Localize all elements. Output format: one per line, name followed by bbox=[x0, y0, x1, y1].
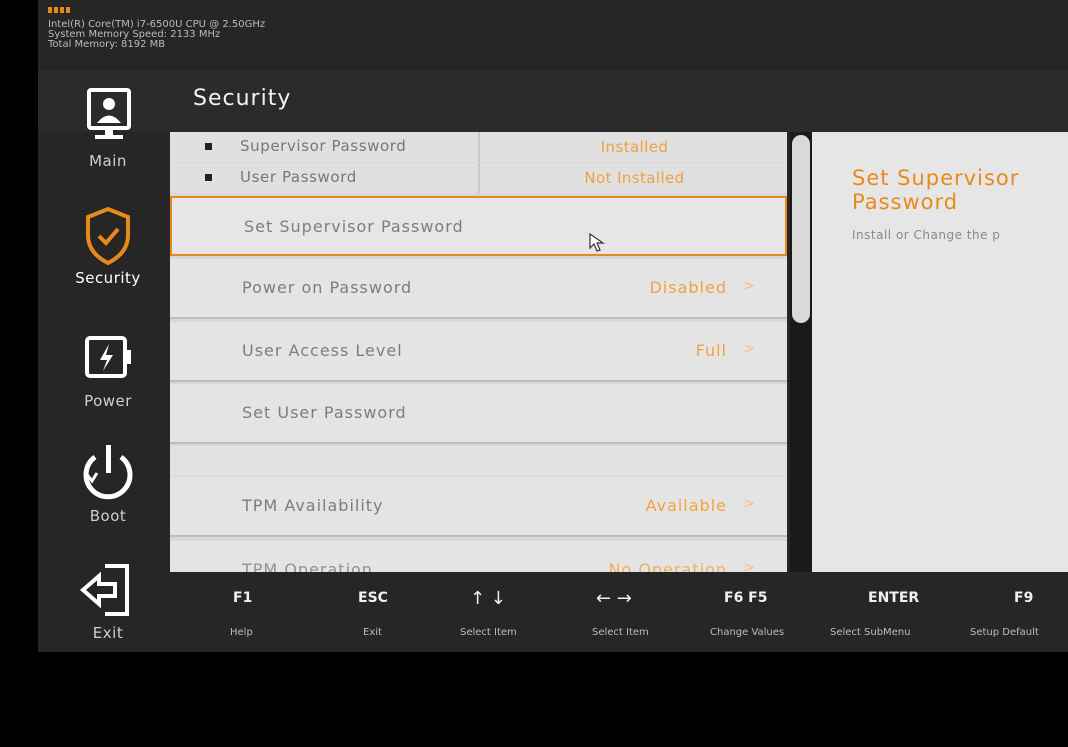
key-enter-label: Select SubMenu bbox=[830, 627, 911, 638]
status-user-password: User Password Not Installed bbox=[170, 163, 787, 193]
monitor-user-icon bbox=[87, 88, 131, 139]
key-esc-label: Exit bbox=[363, 627, 382, 638]
section-title: Security bbox=[193, 86, 292, 111]
bullet-icon bbox=[205, 174, 212, 181]
shield-check-icon bbox=[86, 206, 130, 266]
list-spacer bbox=[170, 446, 787, 476]
power-icon bbox=[83, 445, 133, 500]
item-value: Full bbox=[695, 341, 727, 360]
sidebar-item-label: Boot bbox=[89, 507, 127, 525]
help-panel: Set Supervisor Password Install or Chang… bbox=[812, 132, 1068, 572]
mouse-cursor-icon bbox=[589, 232, 605, 252]
status-name: Supervisor Password bbox=[240, 137, 407, 155]
key-left-right-label: Select Item bbox=[592, 627, 649, 638]
key-f1: F1 bbox=[233, 590, 253, 606]
bullet-icon bbox=[205, 143, 212, 150]
exit-arrow-icon bbox=[79, 564, 129, 616]
sidebar-item-label: Security bbox=[75, 269, 141, 287]
sidebar-item-label: Power bbox=[84, 392, 132, 410]
item-name: Power on Password bbox=[242, 278, 413, 297]
sidebar-item-exit[interactable]: Exit bbox=[38, 560, 178, 642]
key-up-down-label: Select Item bbox=[460, 627, 517, 638]
power-on-password-item[interactable]: Power on Password Disabled > bbox=[170, 259, 787, 319]
item-name: TPM Availability bbox=[242, 496, 384, 515]
sidebar-item-main[interactable]: Main bbox=[38, 88, 178, 170]
system-info: Intel(R) Core(TM) i7-6500U CPU @ 2.50GHz… bbox=[48, 20, 265, 50]
key-up-down-arrows: ↑ ↓ bbox=[470, 588, 506, 609]
status-supervisor-password: Supervisor Password Installed bbox=[170, 132, 787, 162]
scrollbar-thumb[interactable] bbox=[792, 135, 810, 323]
total-memory-info: Total Memory: 8192 MB bbox=[48, 39, 166, 50]
status-name: User Password bbox=[240, 168, 357, 186]
item-name: Set Supervisor Password bbox=[244, 217, 464, 236]
chevron-right-icon: > bbox=[743, 560, 755, 572]
key-esc: ESC bbox=[358, 590, 388, 606]
status-value: Installed bbox=[478, 132, 787, 162]
item-value: Available bbox=[645, 496, 727, 515]
sidebar-item-label: Exit bbox=[92, 624, 124, 642]
tpm-availability-item[interactable]: TPM Availability Available > bbox=[170, 477, 787, 537]
set-supervisor-password-item[interactable]: Set Supervisor Password bbox=[170, 196, 787, 256]
sidebar: Main Security Power Boot Exit bbox=[38, 70, 178, 652]
vendor-logo bbox=[48, 7, 70, 13]
key-left-right-arrows: ← → bbox=[596, 588, 632, 609]
chevron-right-icon: > bbox=[743, 496, 755, 512]
security-settings-list: Supervisor Password Installed User Passw… bbox=[170, 132, 787, 572]
user-access-level-item[interactable]: User Access Level Full > bbox=[170, 322, 787, 382]
key-f1-label: Help bbox=[230, 627, 253, 638]
status-value: Not Installed bbox=[478, 163, 787, 193]
bios-screen: Intel(R) Core(TM) i7-6500U CPU @ 2.50GHz… bbox=[38, 0, 1068, 652]
key-legend: F1 Help ESC Exit ↑ ↓ Select Item ← → Sel… bbox=[178, 572, 1068, 652]
item-name: TPM Operation bbox=[242, 560, 373, 572]
chevron-right-icon: > bbox=[743, 278, 755, 294]
item-value: No Operation bbox=[608, 560, 727, 572]
battery-bolt-icon bbox=[85, 336, 131, 378]
tpm-operation-item[interactable]: TPM Operation No Operation > bbox=[170, 541, 787, 572]
sidebar-item-security[interactable]: Security bbox=[38, 205, 178, 287]
key-f9: F9 bbox=[1014, 590, 1034, 606]
sidebar-item-power[interactable]: Power bbox=[38, 328, 178, 410]
help-title: Set Supervisor Password bbox=[852, 166, 1020, 214]
sidebar-item-boot[interactable]: Boot bbox=[38, 443, 178, 525]
key-enter: ENTER bbox=[868, 590, 920, 606]
key-f9-label: Setup Default bbox=[970, 627, 1039, 638]
key-f6-f5-label: Change Values bbox=[710, 627, 785, 638]
set-user-password-item[interactable]: Set User Password bbox=[170, 384, 787, 444]
sidebar-item-label: Main bbox=[89, 152, 127, 170]
item-value: Disabled bbox=[649, 278, 727, 297]
help-description: Install or Change the p bbox=[852, 228, 1001, 242]
key-f6-f5: F6 F5 bbox=[724, 590, 768, 606]
item-name: User Access Level bbox=[242, 341, 403, 360]
item-name: Set User Password bbox=[242, 403, 407, 422]
chevron-right-icon: > bbox=[743, 341, 755, 357]
